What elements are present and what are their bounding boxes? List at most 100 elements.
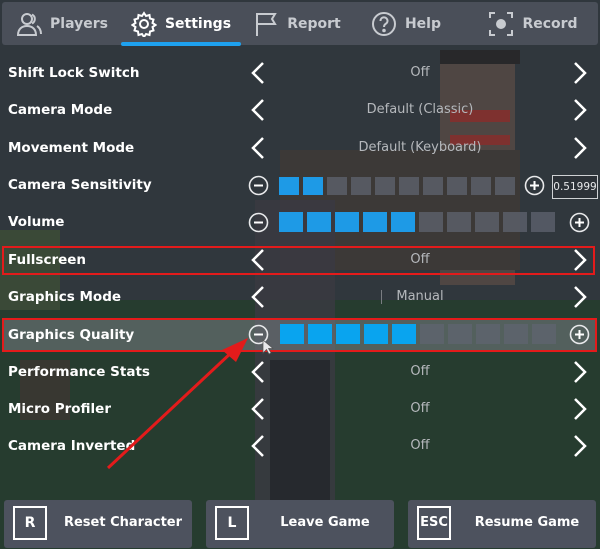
tab-report[interactable]: Report: [247, 2, 347, 45]
keybind-badge: L: [215, 506, 249, 540]
increase-button[interactable]: [569, 212, 590, 233]
increase-button[interactable]: [569, 324, 590, 345]
slider-segment[interactable]: [399, 177, 419, 195]
slider-segment[interactable]: [476, 324, 500, 344]
slider-segment[interactable]: [448, 324, 472, 344]
setting-row-camera-mode: Camera Mode Default (Classic): [0, 92, 600, 128]
button-label: Resume Game: [474, 515, 580, 530]
chevron-right-icon[interactable]: [570, 396, 590, 422]
slider-segment[interactable]: [475, 212, 499, 232]
slider-segment[interactable]: [279, 212, 303, 232]
setting-row-fullscreen: Fullscreen Off: [0, 242, 600, 278]
setting-value: Off: [410, 364, 430, 379]
graphics-quality-slider[interactable]: [280, 324, 556, 344]
leave-game-button[interactable]: L Leave Game: [206, 500, 394, 548]
chevron-left-icon[interactable]: [248, 97, 268, 123]
help-icon: [371, 11, 397, 37]
slider-segment[interactable]: [336, 324, 360, 344]
setting-label: Performance Stats: [8, 364, 150, 380]
slider-segment[interactable]: [375, 177, 395, 195]
decrease-button[interactable]: [248, 212, 269, 233]
slider-segment[interactable]: [495, 177, 515, 195]
tab-record[interactable]: Record: [488, 2, 578, 45]
setting-label: Graphics Quality: [8, 327, 135, 343]
chevron-right-icon[interactable]: [570, 60, 590, 86]
slider-segment[interactable]: [392, 324, 416, 344]
reset-character-button[interactable]: R Reset Character: [4, 500, 192, 548]
slider-segment[interactable]: [447, 212, 471, 232]
slider-segment[interactable]: [335, 212, 359, 232]
tab-report-label: Report: [287, 15, 341, 32]
slider-segment[interactable]: [363, 212, 387, 232]
chevron-left-icon[interactable]: [248, 284, 268, 310]
setting-value: Off: [410, 65, 430, 80]
slider-segment[interactable]: [420, 324, 444, 344]
setting-label: Fullscreen: [8, 252, 87, 268]
record-icon: [488, 11, 514, 37]
slider-segment[interactable]: [531, 212, 555, 232]
slider-segment[interactable]: [308, 324, 332, 344]
chevron-right-icon[interactable]: [570, 433, 590, 459]
chevron-right-icon[interactable]: [570, 97, 590, 123]
slider-segment[interactable]: [279, 177, 299, 195]
setting-row-camera-sensitivity: Camera Sensitivity 0.51999: [0, 167, 600, 203]
chevron-right-icon[interactable]: [570, 284, 590, 310]
tab-record-label: Record: [522, 15, 578, 32]
slider-segment[interactable]: [391, 212, 415, 232]
slider-segment[interactable]: [364, 324, 388, 344]
flag-icon: [253, 11, 279, 37]
slider-segment[interactable]: [351, 177, 371, 195]
decrease-button[interactable]: [248, 175, 269, 196]
chevron-left-icon[interactable]: [248, 60, 268, 86]
slider-segment[interactable]: [307, 212, 331, 232]
setting-label: Camera Mode: [8, 102, 113, 118]
gear-icon: [130, 10, 157, 37]
slider-segment[interactable]: [504, 324, 528, 344]
chevron-left-icon[interactable]: [248, 433, 268, 459]
tab-players-label: Players: [50, 15, 108, 32]
setting-label: Movement Mode: [8, 140, 135, 156]
volume-slider[interactable]: [279, 212, 555, 232]
setting-row-volume: Volume: [0, 204, 600, 240]
menu-tab-bar: Players Settings Report Help Record: [2, 2, 598, 46]
increase-button[interactable]: [524, 175, 545, 196]
setting-label: Micro Profiler: [8, 401, 111, 417]
setting-row-micro-profiler: Micro Profiler Off: [0, 391, 600, 427]
tab-settings[interactable]: Settings: [121, 2, 241, 46]
slider-segment[interactable]: [503, 212, 527, 232]
chevron-left-icon[interactable]: [248, 247, 268, 273]
button-label: Reset Character: [63, 515, 183, 530]
setting-value: Off: [410, 438, 430, 453]
resume-game-button[interactable]: ESC Resume Game: [408, 500, 596, 548]
chevron-right-icon[interactable]: [570, 135, 590, 161]
chevron-right-icon[interactable]: [570, 247, 590, 273]
camera-sensitivity-value-input[interactable]: 0.51999: [552, 175, 598, 199]
keybind-badge: ESC: [417, 506, 451, 540]
chevron-left-icon[interactable]: [248, 396, 268, 422]
setting-value: Off: [410, 252, 430, 267]
tab-players[interactable]: Players: [7, 2, 117, 45]
setting-value: Default (Keyboard): [358, 140, 482, 155]
button-label: Leave Game: [280, 515, 370, 530]
setting-row-movement-mode: Movement Mode Default (Keyboard): [0, 130, 600, 166]
camera-sensitivity-slider[interactable]: [279, 177, 515, 195]
slider-segment[interactable]: [280, 324, 304, 344]
slider-segment[interactable]: [532, 324, 556, 344]
setting-row-shift-lock: Shift Lock Switch Off: [0, 55, 600, 91]
chevron-left-icon[interactable]: [248, 359, 268, 385]
tab-settings-label: Settings: [164, 15, 232, 32]
slider-segment[interactable]: [423, 177, 443, 195]
slider-segment[interactable]: [327, 177, 347, 195]
slider-segment[interactable]: [419, 212, 443, 232]
mouse-cursor-icon: [262, 339, 274, 355]
setting-label: Camera Inverted: [8, 438, 136, 454]
slider-segment[interactable]: [471, 177, 491, 195]
active-tab-indicator: [121, 42, 241, 46]
chevron-left-icon[interactable]: [248, 135, 268, 161]
chevron-right-icon[interactable]: [570, 359, 590, 385]
setting-row-graphics-quality: Graphics Quality: [0, 317, 600, 353]
tab-help[interactable]: Help: [366, 2, 446, 45]
setting-value: Manual: [396, 289, 444, 304]
slider-segment[interactable]: [447, 177, 467, 195]
slider-segment[interactable]: [303, 177, 323, 195]
